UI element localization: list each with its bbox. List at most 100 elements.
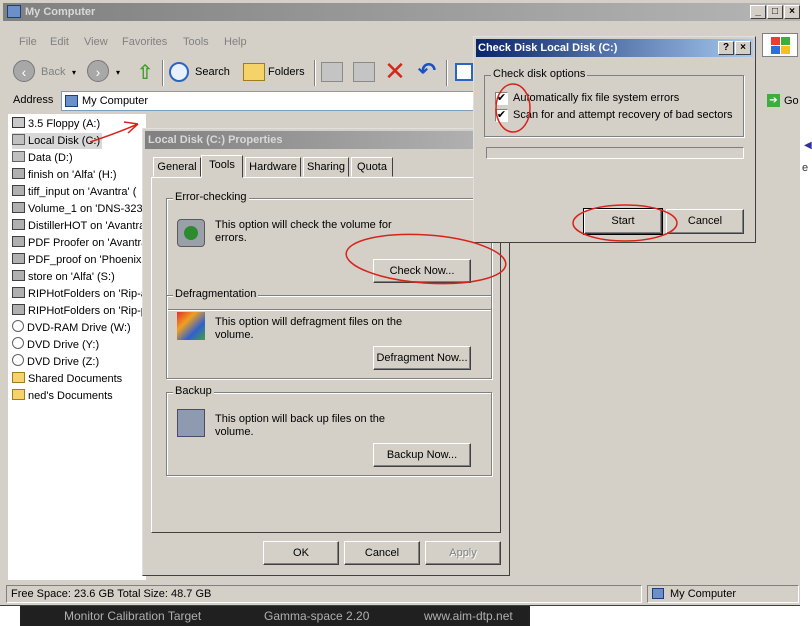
list-item-network-drive[interactable]: PDF Proofer on 'Avantra'	[12, 235, 146, 251]
dvd-drive-icon	[12, 354, 24, 366]
menu-view[interactable]: View	[84, 36, 108, 48]
auto-fix-checkbox[interactable]: ✔	[495, 92, 508, 105]
list-item-dvd-y[interactable]: DVD Drive (Y:)	[12, 337, 146, 353]
list-item-network-drive[interactable]: PDF_proof on 'Phoenix2'	[12, 252, 146, 268]
explorer-title-bar[interactable]: My Computer _ □ ×	[3, 3, 801, 21]
help-button[interactable]: ?	[718, 41, 734, 55]
network-drive-icon	[12, 304, 25, 315]
address-value: My Computer	[82, 95, 149, 107]
apply-button[interactable]: Apply	[425, 541, 501, 565]
backup-now-button[interactable]: Backup Now...	[373, 443, 471, 467]
backup-icon	[177, 409, 205, 437]
go-label: Go	[784, 95, 799, 107]
menu-favorites[interactable]: Favorites	[122, 36, 167, 48]
list-item-local-disk-c[interactable]: Local Disk (C:)	[12, 133, 102, 149]
menu-edit[interactable]: Edit	[50, 36, 69, 48]
address-input[interactable]: My Computer	[61, 91, 481, 111]
check-now-button[interactable]: Check Now...	[373, 259, 471, 283]
minimize-button[interactable]: _	[750, 5, 766, 19]
network-drive-icon	[12, 270, 25, 281]
folders-icon[interactable]	[243, 63, 265, 81]
partial-arrow-icon: ◀	[804, 140, 812, 151]
forward-dropdown-icon[interactable]: ▾	[116, 68, 120, 77]
close-button[interactable]: ×	[735, 41, 751, 55]
list-item-network-drive[interactable]: finish on 'Alfa' (H:)	[12, 167, 146, 183]
list-item-network-drive[interactable]: DistillerHOT on 'Avantra'	[12, 218, 146, 234]
properties-title[interactable]: Local Disk (C:) Properties	[145, 131, 507, 149]
network-drive-icon	[12, 185, 25, 196]
list-item-label: 3.5 Floppy (A:)	[28, 118, 101, 130]
list-item-label: Volume_1 on 'DNS-323' (	[28, 203, 146, 215]
check-disk-icon-dot	[184, 226, 198, 240]
status-location-label: My Computer	[670, 588, 737, 600]
cancel-button[interactable]: Cancel	[666, 209, 744, 234]
list-item-user-documents[interactable]: ned's Documents	[12, 388, 146, 404]
ok-button[interactable]: OK	[263, 541, 339, 565]
computer-icon	[652, 588, 664, 599]
close-button[interactable]: ×	[784, 5, 800, 19]
checkbox-checkmark: ✔	[496, 109, 507, 121]
back-arrow-icon[interactable]: ‹	[13, 60, 35, 82]
tab-general[interactable]: General	[153, 157, 201, 177]
list-item-network-drive[interactable]: store on 'Alfa' (S:)	[12, 269, 146, 285]
menu-help[interactable]: Help	[224, 36, 247, 48]
list-item-data-d[interactable]: Data (D:)	[12, 150, 146, 166]
list-item-label: DVD Drive (Y:)	[27, 339, 100, 351]
defragmentation-group: Defragmentation This option will defragm…	[166, 288, 492, 379]
list-item-floppy[interactable]: 3.5 Floppy (A:)	[12, 116, 146, 132]
scan-bad-sectors-label[interactable]: Scan for and attempt recovery of bad sec…	[513, 109, 733, 121]
network-drive-icon	[12, 253, 25, 264]
forward-arrow-icon[interactable]: ›	[87, 60, 109, 82]
list-item-dvd-z[interactable]: DVD Drive (Z:)	[12, 354, 146, 370]
copy-to-icon[interactable]	[353, 62, 375, 82]
maximize-button[interactable]: □	[767, 5, 783, 19]
floppy-icon	[12, 117, 25, 128]
list-item-network-drive[interactable]: tiff_input on 'Avantra' (	[12, 184, 146, 200]
tab-tools[interactable]: Tools	[201, 155, 243, 178]
background-window-edge: e ◀	[800, 0, 812, 626]
go-button[interactable]: ➔ Go	[765, 91, 801, 111]
defragmentation-text: This option will defragment files on the…	[215, 316, 403, 341]
start-button[interactable]: Start	[583, 208, 663, 235]
list-item-network-drive[interactable]: Volume_1 on 'DNS-323' (	[12, 201, 146, 217]
list-item-network-drive[interactable]: RIPHotFolders on 'Rip-a	[12, 286, 146, 302]
go-arrow-icon: ➔	[767, 94, 780, 107]
undo-icon[interactable]: ↶	[415, 58, 439, 86]
tab-hardware[interactable]: Hardware	[245, 157, 301, 177]
defragment-now-button[interactable]: Defragment Now...	[373, 346, 471, 370]
back-label[interactable]: Back	[41, 66, 65, 78]
logo-blue	[771, 46, 780, 54]
partial-text: e	[802, 162, 809, 174]
tab-sharing[interactable]: Sharing	[303, 157, 349, 177]
calibration-url: www.aim-dtp.net	[424, 609, 513, 623]
folder-icon	[12, 372, 25, 383]
address-label: Address	[13, 94, 54, 106]
auto-fix-label[interactable]: Automatically fix file system errors	[513, 92, 679, 104]
check-disk-dialog: Check Disk Local Disk (C:) ? × Check dis…	[473, 36, 756, 243]
toolbar-separator	[446, 60, 448, 86]
delete-icon[interactable]: ✕	[383, 56, 407, 86]
check-disk-icon	[177, 219, 205, 247]
tab-quota[interactable]: Quota	[351, 157, 393, 177]
check-disk-progress-bar	[486, 147, 744, 159]
list-item-network-drive[interactable]: RIPHotFolders on 'Rip-p	[12, 303, 146, 319]
search-icon[interactable]	[169, 62, 189, 82]
explorer-title: My Computer	[25, 6, 96, 18]
status-free-space: Free Space: 23.6 GB Total Size: 48.7 GB	[6, 585, 642, 603]
back-dropdown-icon[interactable]: ▾	[72, 68, 76, 77]
menu-tools[interactable]: Tools	[183, 36, 209, 48]
views-icon[interactable]	[455, 63, 473, 81]
scan-bad-sectors-checkbox[interactable]: ✔	[495, 109, 508, 122]
move-to-icon[interactable]	[321, 62, 343, 82]
check-disk-title-bar[interactable]: Check Disk Local Disk (C:) ? ×	[476, 39, 753, 57]
list-item-shared-documents[interactable]: Shared Documents	[12, 371, 146, 387]
cancel-button[interactable]: Cancel	[344, 541, 420, 565]
list-item-label: PDF_proof on 'Phoenix2'	[28, 254, 146, 266]
menu-file[interactable]: File	[19, 36, 37, 48]
search-label[interactable]: Search	[195, 66, 230, 78]
properties-dialog: Local Disk (C:) Properties General Tools…	[142, 128, 510, 576]
folders-label[interactable]: Folders	[268, 66, 305, 78]
list-item-dvd-ram[interactable]: DVD-RAM Drive (W:)	[12, 320, 146, 336]
backup-label: Backup	[173, 385, 214, 397]
up-folder-icon[interactable]: ⇧	[134, 60, 156, 84]
